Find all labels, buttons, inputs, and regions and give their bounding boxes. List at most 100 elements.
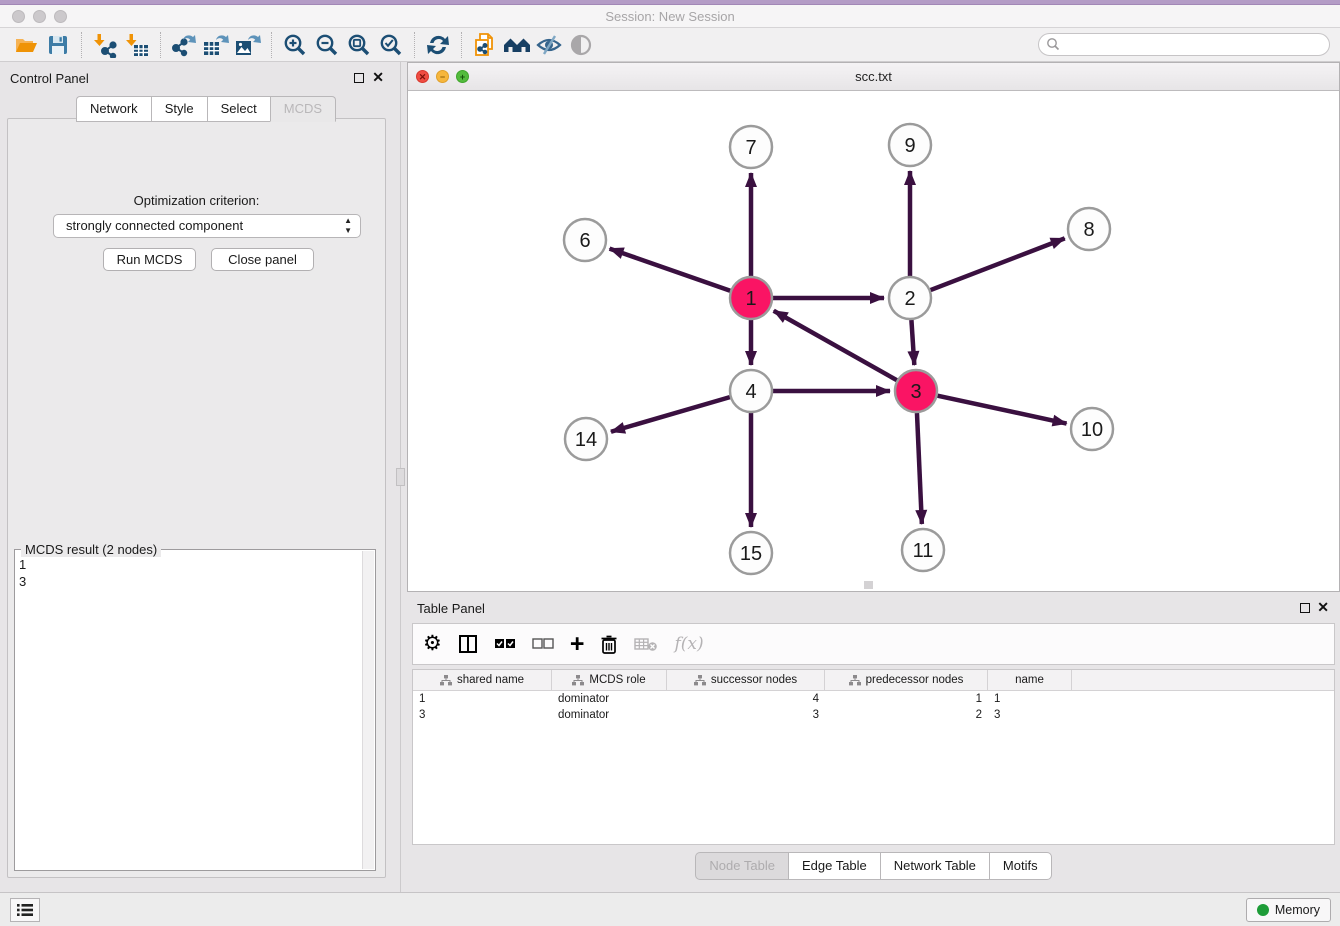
network-graph[interactable]: 7 9 6 8 1 2 4 3 14 10 15 11 (408, 91, 1339, 591)
new-network-from-selection-button[interactable] (469, 30, 501, 60)
float-table-panel-icon[interactable] (1300, 603, 1310, 613)
graph-edge-2-8[interactable] (931, 238, 1065, 290)
canvas-scroll-thumb[interactable] (864, 581, 873, 589)
toolbar-separator (81, 32, 82, 58)
apply-layout-button[interactable] (422, 30, 454, 60)
zoom-selected-button[interactable] (375, 30, 407, 60)
graph-node-1[interactable]: 1 (730, 277, 772, 319)
refresh-layout-icon (425, 32, 451, 58)
hide-graphics-details-button[interactable] (533, 30, 565, 60)
save-session-button[interactable] (42, 30, 74, 60)
column-label: predecessor nodes (866, 674, 964, 686)
graph-edge-2-3[interactable] (911, 320, 914, 365)
tab-style[interactable]: Style (151, 96, 207, 122)
table-row[interactable]: 3 dominator 3 2 3 (413, 707, 1334, 723)
tab-network-table[interactable]: Network Table (880, 852, 989, 880)
show-graphics-details-button[interactable] (565, 30, 597, 60)
add-row-button[interactable]: + (570, 629, 585, 659)
node-table[interactable]: shared name MCDS role successor nodes pr… (412, 669, 1335, 845)
optimization-criterion-select[interactable]: strongly connected component ▲▼ (53, 214, 361, 238)
column-header-mcds-role[interactable]: MCDS role (552, 670, 667, 690)
cell-successor-nodes[interactable]: 3 (667, 709, 825, 721)
tab-mcds[interactable]: MCDS (270, 96, 336, 122)
export-table-button[interactable] (200, 30, 232, 60)
task-history-button[interactable] (10, 898, 40, 922)
zoom-in-button[interactable] (279, 30, 311, 60)
open-folder-icon (13, 33, 39, 57)
close-panel-button[interactable]: Close panel (211, 248, 314, 271)
export-table-icon (201, 32, 231, 58)
import-network-icon (92, 32, 118, 58)
tab-node-table[interactable]: Node Table (695, 852, 788, 880)
memory-button[interactable]: Memory (1246, 898, 1331, 922)
plus-icon: + (570, 633, 585, 655)
tab-select[interactable]: Select (207, 96, 270, 122)
cell-shared-name[interactable]: 1 (413, 693, 552, 705)
column-header-predecessor-nodes[interactable]: predecessor nodes (825, 670, 988, 690)
toolbar-separator (271, 32, 272, 58)
graph-node-4[interactable]: 4 (730, 370, 772, 412)
export-network-button[interactable] (168, 30, 200, 60)
column-header-successor-nodes[interactable]: successor nodes (667, 670, 825, 690)
cell-name[interactable]: 1 (988, 693, 1072, 705)
result-scrollbar[interactable] (362, 551, 374, 869)
column-header-shared-name[interactable]: shared name (413, 670, 552, 690)
run-mcds-button[interactable]: Run MCDS (103, 248, 196, 271)
close-panel-icon[interactable]: ✕ (372, 72, 384, 82)
memory-label: Memory (1275, 903, 1320, 917)
import-table-button[interactable] (121, 30, 153, 60)
graph-edge-4-14[interactable] (611, 397, 730, 432)
column-header-name[interactable]: name (988, 670, 1072, 690)
optimization-criterion-value: strongly connected component (66, 218, 243, 233)
cell-shared-name[interactable]: 3 (413, 709, 552, 721)
graph-node-10[interactable]: 10 (1071, 408, 1113, 450)
graph-node-15[interactable]: 15 (730, 532, 772, 574)
cell-mcds-role[interactable]: dominator (552, 709, 667, 721)
zoom-fit-button[interactable] (343, 30, 375, 60)
search-input[interactable] (1038, 33, 1330, 56)
table-settings-button[interactable]: ⚙ (423, 629, 442, 659)
graph-node-2[interactable]: 2 (889, 277, 931, 319)
network-window-titlebar[interactable]: ✕ − + scc.txt (408, 63, 1339, 91)
tab-network[interactable]: Network (76, 96, 151, 122)
table-header-row: shared name MCDS role successor nodes pr… (413, 670, 1334, 691)
graph-node-14[interactable]: 14 (565, 418, 607, 460)
gear-icon: ⚙ (423, 633, 442, 655)
import-network-button[interactable] (89, 30, 121, 60)
close-table-panel-icon[interactable]: ✕ (1317, 602, 1329, 612)
deselect-all-button[interactable] (532, 629, 554, 659)
birds-eye-view-button[interactable] (501, 30, 533, 60)
table-row[interactable]: 1 dominator 4 1 1 (413, 691, 1334, 707)
graph-node-8[interactable]: 8 (1068, 208, 1110, 250)
graph-node-3[interactable]: 3 (895, 370, 937, 412)
float-panel-icon[interactable] (354, 73, 364, 83)
select-all-button[interactable] (494, 629, 516, 659)
network-canvas[interactable]: 7 9 6 8 1 2 4 3 14 10 15 11 (408, 91, 1339, 591)
graph-edge-3-10[interactable] (938, 396, 1067, 424)
network-view-window: ✕ − + scc.txt 7 9 6 8 1 2 4 3 14 10 15 11 (407, 62, 1340, 592)
split-column-button[interactable] (458, 629, 478, 659)
memory-status-icon (1257, 904, 1269, 916)
chevron-up-down-icon: ▲▼ (344, 216, 352, 236)
tab-edge-table[interactable]: Edge Table (788, 852, 880, 880)
graph-node-11[interactable]: 11 (902, 529, 944, 571)
graph-edge-3-1[interactable] (774, 311, 897, 380)
function-builder-button-disabled: f(x) (674, 629, 703, 659)
delete-row-button[interactable] (600, 629, 618, 659)
cell-successor-nodes[interactable]: 4 (667, 693, 825, 705)
cell-mcds-role[interactable]: dominator (552, 693, 667, 705)
graph-node-6[interactable]: 6 (564, 219, 606, 261)
cell-predecessor-nodes[interactable]: 2 (825, 709, 988, 721)
graph-node-9[interactable]: 9 (889, 124, 931, 166)
zoom-out-button[interactable] (311, 30, 343, 60)
export-image-button[interactable] (232, 30, 264, 60)
splitter-handle[interactable] (396, 468, 405, 486)
graph-node-7[interactable]: 7 (730, 126, 772, 168)
tree-icon (849, 675, 861, 686)
graph-edge-3-11[interactable] (917, 413, 922, 524)
open-session-button[interactable] (10, 30, 42, 60)
graph-edge-1-6[interactable] (610, 249, 731, 291)
cell-predecessor-nodes[interactable]: 1 (825, 693, 988, 705)
cell-name[interactable]: 3 (988, 709, 1072, 721)
tab-motifs[interactable]: Motifs (989, 852, 1052, 880)
